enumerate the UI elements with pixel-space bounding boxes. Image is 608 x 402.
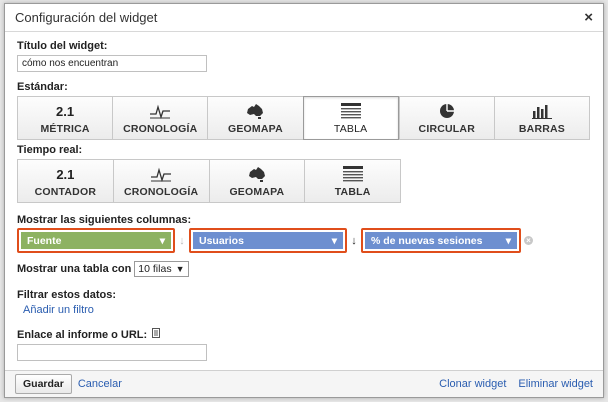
- dialog-titlebar: Configuración del widget ×: [5, 4, 603, 32]
- standard-viz-row: 2.1 MÉTRICA CRONOLOGÍA GEOMAPA TABLA CIR…: [17, 96, 591, 140]
- timeline-icon: [150, 164, 172, 184]
- viz-rt-timeline[interactable]: CRONOLOGÍA: [112, 159, 209, 203]
- viz-table[interactable]: TABLA: [302, 96, 399, 140]
- cancel-link[interactable]: Cancelar: [78, 378, 122, 390]
- viz-counter[interactable]: 2.1 CONTADOR: [17, 159, 113, 203]
- viz-bars[interactable]: BARRAS: [493, 96, 591, 140]
- sort-arrow-icon[interactable]: ↓: [347, 235, 361, 247]
- australia-map-icon: [248, 164, 266, 184]
- columns-row: Fuente ▾ ↓ Usuarios ▾ ↓ % de nuevas sesi…: [17, 228, 591, 253]
- dropdown-arrow-icon: ▾: [159, 234, 165, 247]
- viz-label: TABLA: [334, 186, 371, 198]
- clone-widget-link[interactable]: Clonar widget: [439, 378, 506, 390]
- column-value: Fuente: [27, 234, 62, 247]
- viz-label: MÉTRICA: [40, 123, 90, 135]
- viz-rt-geomap[interactable]: GEOMAPA: [208, 159, 305, 203]
- report-link-label: Enlace al informe o URL:: [17, 328, 148, 341]
- viz-label: TABLA: [333, 123, 368, 135]
- viz-timeline[interactable]: CRONOLOGÍA: [112, 96, 208, 140]
- document-icon: [152, 328, 161, 341]
- remove-column-icon[interactable]: ×: [524, 236, 533, 245]
- viz-label: GEOMAPA: [229, 186, 285, 198]
- column-select-new-sessions[interactable]: % de nuevas sesiones ▾: [365, 232, 517, 249]
- bar-chart-icon: [531, 101, 552, 121]
- viz-rt-table[interactable]: TABLA: [304, 159, 401, 203]
- pie-chart-icon: [439, 101, 455, 121]
- viz-label: CONTADOR: [34, 186, 97, 198]
- table-rows-select[interactable]: 10 filas ▼: [134, 261, 189, 277]
- column-select-source[interactable]: Fuente ▾: [21, 232, 171, 249]
- table-rows-label: Mostrar una tabla con: [17, 263, 132, 275]
- viz-geomap[interactable]: GEOMAPA: [207, 96, 303, 140]
- column-value: % de nuevas sesiones: [371, 234, 483, 247]
- filter-label: Filtrar estos datos:: [17, 289, 117, 301]
- table-icon: [340, 101, 361, 121]
- dropdown-arrow-icon: ▾: [505, 234, 511, 247]
- column-select-wrap: Fuente ▾: [17, 228, 175, 253]
- realtime-label: Tiempo real:: [17, 144, 83, 156]
- viz-label: BARRAS: [518, 123, 565, 135]
- columns-label: Mostrar las siguientes columnas:: [17, 214, 192, 226]
- australia-map-icon: [246, 101, 264, 121]
- dropdown-arrow-icon: ▾: [331, 234, 337, 247]
- dropdown-arrow-icon: ▼: [175, 264, 185, 274]
- sort-arrow-icon[interactable]: ↓: [175, 235, 189, 247]
- column-select-wrap: % de nuevas sesiones ▾: [361, 228, 521, 253]
- realtime-viz-row: 2.1 CONTADOR CRONOLOGÍA GEOMAPA TABLA: [17, 159, 401, 203]
- widget-config-dialog: Configuración del widget × Título del wi…: [4, 3, 604, 398]
- column-value: Usuarios: [199, 234, 244, 247]
- column-select-users[interactable]: Usuarios ▾: [193, 232, 343, 249]
- widget-title-label: Título del widget:: [17, 40, 108, 52]
- report-link-input[interactable]: [17, 344, 207, 361]
- viz-pie[interactable]: CIRCULAR: [398, 96, 494, 140]
- report-link-row: Enlace al informe o URL:: [17, 328, 591, 341]
- viz-metric[interactable]: 2.1 MÉTRICA: [17, 96, 113, 140]
- counter-icon: 2.1: [56, 166, 75, 182]
- widget-title-input[interactable]: [17, 55, 207, 72]
- table-icon: [342, 164, 363, 184]
- column-select-wrap: Usuarios ▾: [189, 228, 347, 253]
- close-icon[interactable]: ×: [584, 9, 593, 26]
- viz-label: CRONOLOGÍA: [123, 186, 199, 198]
- table-rows-row: Mostrar una tabla con 10 filas ▼: [17, 261, 591, 277]
- timeline-icon: [149, 101, 171, 121]
- viz-label: CRONOLOGÍA: [123, 123, 198, 135]
- delete-widget-link[interactable]: Eliminar widget: [518, 378, 593, 390]
- standard-label: Estándar:: [17, 81, 68, 93]
- dialog-footer: Guardar Cancelar Clonar widget Eliminar …: [5, 370, 603, 397]
- table-rows-value: 10 filas: [138, 263, 172, 275]
- add-filter-link[interactable]: Añadir un filtro: [23, 304, 591, 316]
- viz-label: CIRCULAR: [418, 123, 475, 135]
- dialog-title: Configuración del widget: [15, 10, 158, 25]
- save-button[interactable]: Guardar: [15, 374, 72, 394]
- metric-icon: 2.1: [56, 103, 75, 119]
- viz-label: GEOMAPA: [227, 123, 283, 135]
- dialog-content: Título del widget: Estándar: 2.1 MÉTRICA…: [5, 32, 603, 361]
